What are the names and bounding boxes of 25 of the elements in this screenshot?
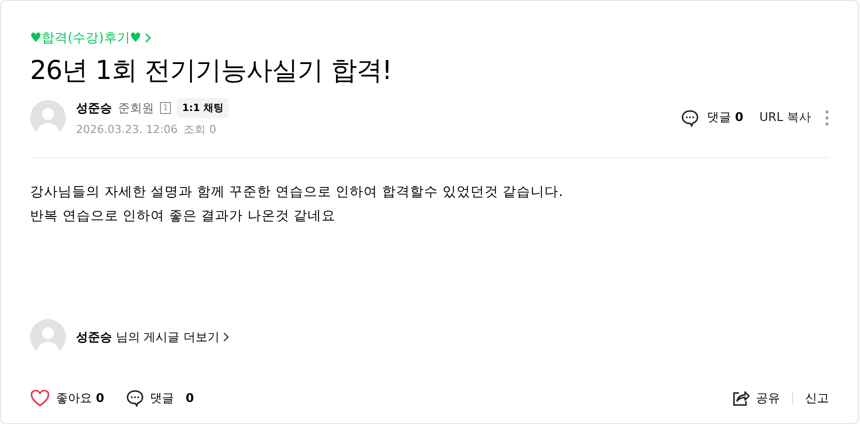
- avatar-icon: [30, 100, 66, 136]
- body-text: 강사님들의 자세한 설명과 함께 꾸준한 연습으로 인하여 합격할수 있었던것 같습니다.: [30, 183, 564, 202]
- report-link[interactable]: 신고: [805, 390, 829, 406]
- comment-link[interactable]: 댓글 0: [150, 390, 194, 406]
- level-badge: 1: [160, 102, 172, 114]
- comment-icon: [681, 108, 700, 126]
- body-text: 반복 연습으로 인하여 좋은 결과가 나온것 같네요: [30, 207, 337, 226]
- more-posts-link[interactable]: 성준승 님의 게시글 더보기: [76, 328, 220, 346]
- heart-icon[interactable]: [30, 389, 50, 407]
- member-grade: 준회원: [118, 100, 154, 116]
- chevron-icon: [223, 332, 230, 342]
- post-title: 26년 1회 전기기능사실기 합격!: [30, 55, 393, 88]
- author-name[interactable]: 성준승: [76, 100, 112, 116]
- chevron-icon: [145, 33, 152, 43]
- url-copy-link[interactable]: URL 복사: [759, 109, 811, 126]
- comment-link[interactable]: 댓글 0: [707, 109, 744, 126]
- more-icon[interactable]: [825, 110, 829, 126]
- like-link[interactable]: 좋아요 0: [56, 390, 104, 406]
- comment-icon: [126, 389, 144, 407]
- chat-button[interactable]: 1:1 채팅: [177, 98, 228, 118]
- view-count: 조회 0: [184, 122, 216, 137]
- post-date: 2026.03.23. 12:06: [76, 123, 178, 136]
- avatar-icon: [30, 319, 66, 355]
- share-link[interactable]: 공유: [756, 390, 780, 406]
- share-icon[interactable]: [732, 390, 750, 406]
